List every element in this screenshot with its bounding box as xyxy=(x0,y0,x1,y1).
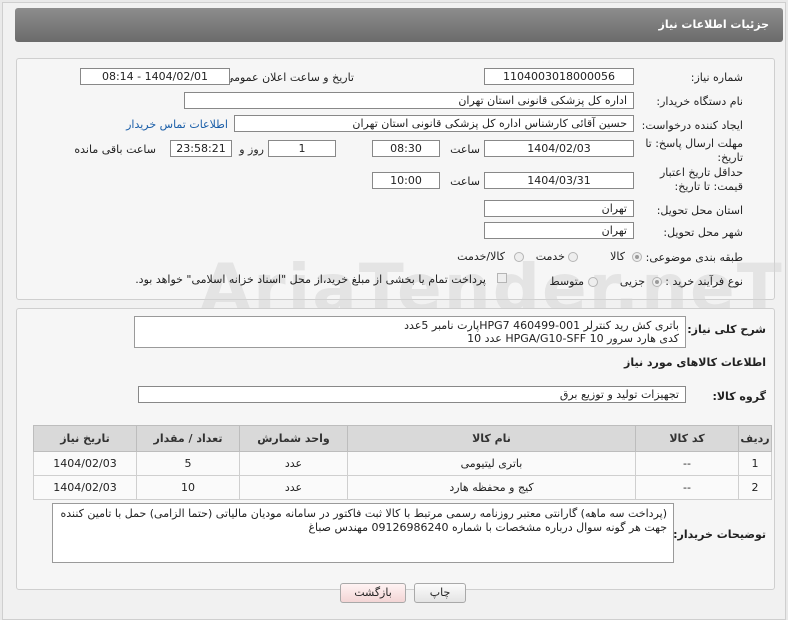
item-unit: عدد xyxy=(239,475,348,500)
deadline-date-field: 1404/02/03 xyxy=(484,140,634,157)
creator-label: ایجاد کننده درخواست: xyxy=(641,119,743,132)
description-line-1: باتری کش رید کنترلر HPG7 460499-001پارت … xyxy=(404,319,679,332)
item-qty: 10 xyxy=(136,475,240,500)
process-minor-label: جزیی xyxy=(619,275,645,288)
page-title: جزئیات اطلاعات نیاز xyxy=(658,18,770,31)
city-field: تهران xyxy=(484,222,634,239)
col-qty: تعداد / مقدار xyxy=(136,425,240,452)
item-qty: 5 xyxy=(136,451,240,476)
col-row: ردیف xyxy=(738,425,772,452)
process-radio-minor[interactable] xyxy=(652,277,662,287)
need-number-field: 1104003018000056 xyxy=(484,68,634,85)
category-radio-goods[interactable] xyxy=(632,252,642,262)
creator-field: حسین آقائی کارشناس اداره کل پزشکی قانونی… xyxy=(234,115,634,132)
item-code: -- xyxy=(635,451,739,476)
deadline-label: مهلت ارسال پاسخ: تا تاریخ: xyxy=(645,137,743,164)
process-radio-medium[interactable] xyxy=(588,277,598,287)
days-label: روز و xyxy=(239,143,264,156)
buyer-label: نام دستگاه خریدار: xyxy=(656,95,743,108)
item-date: 1404/02/03 xyxy=(33,475,137,500)
category-both-label: کالا/خدمت xyxy=(457,250,505,263)
col-code: کد کالا xyxy=(635,425,739,452)
category-label: طبقه بندی موضوعی: xyxy=(645,251,743,264)
goods-group-label: گروه کالا: xyxy=(712,390,766,403)
announce-label: تاریخ و ساعت اعلان عمومی: xyxy=(221,71,354,84)
deadline-time-field: 08:30 xyxy=(372,140,440,157)
category-service-label: خدمت xyxy=(535,250,565,263)
province-field: تهران xyxy=(484,200,634,217)
remaining-label: ساعت باقی مانده xyxy=(74,143,156,156)
price-time-label: ساعت xyxy=(450,175,480,188)
table-row: 1 -- باتری لیتیومی عدد 5 1404/02/03 xyxy=(33,451,772,476)
category-radio-both[interactable] xyxy=(514,252,524,262)
col-unit: واحد شمارش xyxy=(239,425,348,452)
remaining-time-field: 23:58:21 xyxy=(170,140,232,157)
title-bar: جزئیات اطلاعات نیاز xyxy=(15,8,783,42)
item-name: کیج و محفظه هارد xyxy=(347,475,636,500)
buyer-field: اداره کل پزشکی قانونی استان تهران xyxy=(184,92,634,109)
treasury-checkbox[interactable] xyxy=(497,273,507,283)
col-date: تاریخ نیاز xyxy=(33,425,137,452)
process-label: نوع فرآیند خرید : xyxy=(665,275,743,288)
deadline-time-label: ساعت xyxy=(450,143,480,156)
description-line-2: کدی هارد سرور HPGA/G10-SFF 10 عدد 10 xyxy=(467,332,679,345)
item-name: باتری لیتیومی xyxy=(347,451,636,476)
process-medium-label: متوسط xyxy=(549,275,584,288)
back-button[interactable]: بازگشت xyxy=(340,583,406,603)
city-label: شهر محل تحویل: xyxy=(663,226,743,239)
contact-info-link[interactable]: اطلاعات تماس خریدار xyxy=(126,118,228,131)
buyer-notes-textarea[interactable]: (پرداخت سه ماهه) گارانتی معتبر روزنامه ر… xyxy=(52,503,674,563)
category-goods-label: کالا xyxy=(610,250,625,263)
province-label: استان محل تحویل: xyxy=(656,204,743,217)
print-button[interactable]: چاپ xyxy=(414,583,466,603)
item-unit: عدد xyxy=(239,451,348,476)
price-time-field: 10:00 xyxy=(372,172,440,189)
goods-table-header: ردیف کد کالا نام کالا واحد شمارش تعداد /… xyxy=(33,425,772,452)
goods-group-field: تجهیزات تولید و توزیع برق xyxy=(138,386,686,403)
item-date: 1404/02/03 xyxy=(33,451,137,476)
item-code: -- xyxy=(635,475,739,500)
category-radio-service[interactable] xyxy=(568,252,578,262)
price-date-field: 1404/03/31 xyxy=(484,172,634,189)
description-textarea[interactable]: باتری کش رید کنترلر HPG7 460499-001پارت … xyxy=(134,316,686,348)
goods-section-title: اطلاعات کالاهای مورد نیاز xyxy=(624,356,766,369)
need-number-label: شماره نیاز: xyxy=(690,71,743,84)
row-number: 1 xyxy=(738,451,772,476)
goods-table: ردیف کد کالا نام کالا واحد شمارش تعداد /… xyxy=(33,425,772,500)
description-label: شرح کلی نیاز: xyxy=(687,323,766,336)
price-validity-label: حداقل تاریخ اعتبار قیمت: تا تاریخ: xyxy=(659,166,743,193)
table-row: 2 -- کیج و محفظه هارد عدد 10 1404/02/03 xyxy=(33,475,772,500)
announce-field: 1404/02/01 - 08:14 xyxy=(80,68,230,85)
days-field: 1 xyxy=(268,140,336,157)
col-name: نام کالا xyxy=(347,425,636,452)
row-number: 2 xyxy=(738,475,772,500)
treasury-note: پرداخت تمام یا بخشی از مبلغ خرید،از محل … xyxy=(135,273,486,286)
buyer-notes-label: توضیحات خریدار: xyxy=(673,528,766,541)
